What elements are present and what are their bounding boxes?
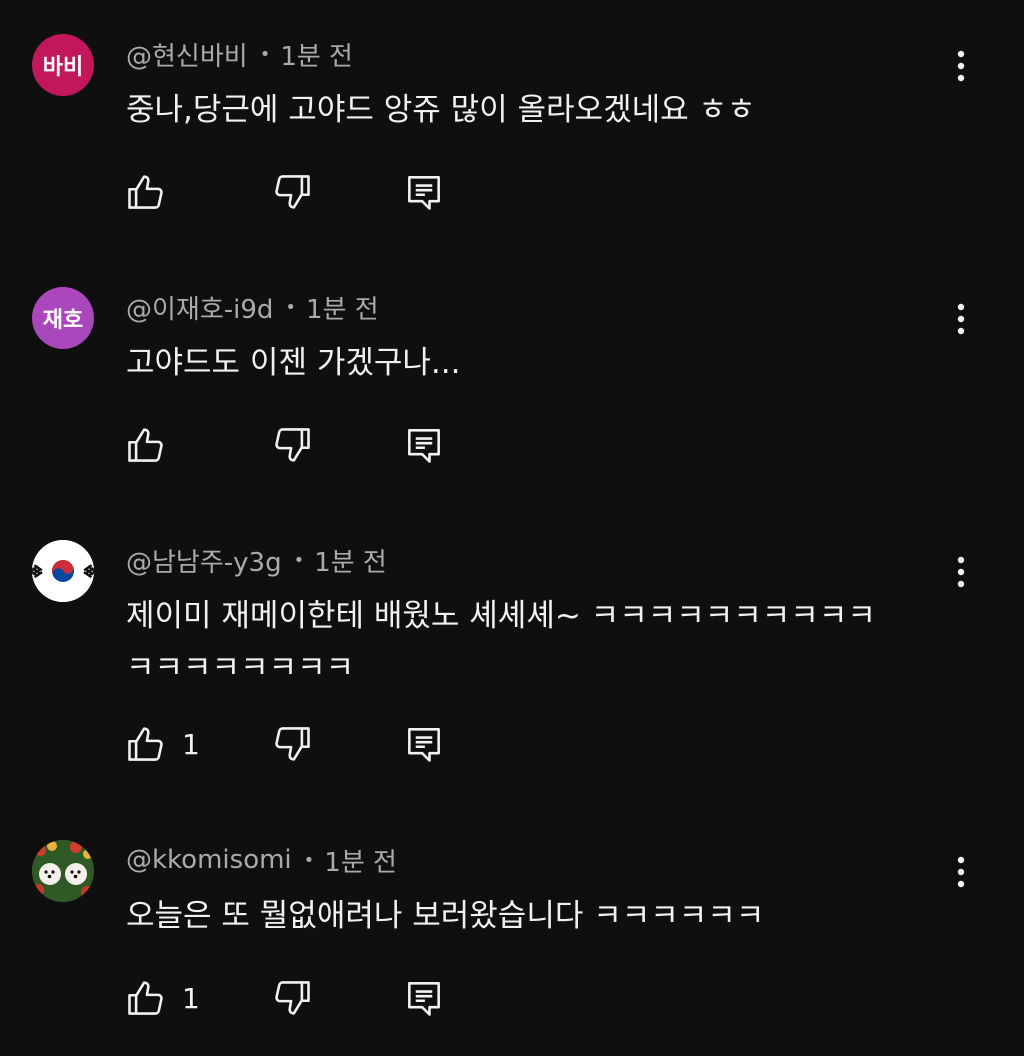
comment-text: 고야드도 이젠 가겠구나...: [126, 345, 461, 381]
comment-actions: 1: [124, 720, 464, 768]
dogs-photo-icon: [32, 840, 94, 902]
comment-actions: [124, 421, 464, 469]
like-count: 1: [182, 981, 200, 1015]
more-vert-icon[interactable]: [944, 44, 978, 88]
author-name[interactable]: @남남주-y3g: [126, 542, 282, 579]
more-vert-icon[interactable]: [944, 550, 978, 594]
comment-meta: @현신바비 • 1분 전: [126, 34, 353, 74]
comment-text: 중나,당근에 고야드 앙쥬 많이 올라오겠네요 ㅎㅎ: [126, 92, 756, 128]
avatar[interactable]: 바비: [32, 34, 94, 96]
author-name[interactable]: @현신바비: [126, 36, 248, 73]
avatar-initials: 재호: [42, 308, 84, 333]
comment-time[interactable]: 1분 전: [324, 842, 397, 879]
comment-time[interactable]: 1분 전: [280, 36, 353, 73]
reply-comment-icon: [408, 728, 440, 762]
reply-comment-icon: [408, 176, 440, 210]
thumb-up-icon: [128, 981, 163, 1015]
reply-comment-icon: [408, 982, 440, 1016]
author-name[interactable]: @kkomisomi: [126, 845, 292, 875]
thumb-down-icon: [275, 428, 310, 462]
reply-button[interactable]: [402, 168, 446, 216]
comment-time[interactable]: 1분 전: [314, 542, 387, 579]
reply-button[interactable]: [402, 720, 446, 768]
avatar-initials: 바비: [42, 55, 84, 80]
reply-button[interactable]: [402, 421, 446, 469]
separator-dot: •: [293, 549, 305, 571]
like-count: 1: [182, 727, 200, 761]
comment-meta: @이재호-i9d • 1분 전: [126, 287, 379, 327]
avatar[interactable]: [32, 540, 94, 602]
comment-text: 제이미 재메이한테 배웠노 셰셰셰~ ㅋㅋㅋㅋㅋㅋㅋㅋㅋㅋ ㅋㅋㅋㅋㅋㅋㅋㅋ: [126, 598, 876, 686]
like-button[interactable]: [124, 168, 182, 216]
avatar[interactable]: [32, 840, 94, 902]
thumb-up-icon: [128, 428, 163, 462]
like-button[interactable]: 1: [124, 720, 200, 768]
avatar[interactable]: 재호: [32, 287, 94, 349]
like-button[interactable]: [124, 421, 182, 469]
korea-flag-icon: [32, 540, 94, 602]
like-button[interactable]: 1: [124, 974, 200, 1022]
separator-dot: •: [303, 849, 315, 871]
more-vert-icon[interactable]: [944, 850, 978, 894]
thumb-up-icon: [128, 727, 163, 761]
comment-actions: 1: [124, 974, 464, 1022]
dislike-button[interactable]: [270, 421, 314, 469]
comment-actions: [124, 168, 464, 216]
thumb-down-icon: [275, 175, 310, 209]
dislike-button[interactable]: [270, 974, 314, 1022]
separator-dot: •: [259, 43, 271, 65]
separator-dot: •: [285, 296, 297, 318]
reply-button[interactable]: [402, 974, 446, 1022]
more-vert-icon[interactable]: [944, 297, 978, 341]
comment-meta: @남남주-y3g • 1분 전: [126, 540, 387, 580]
dislike-button[interactable]: [270, 720, 314, 768]
thumb-up-icon: [128, 175, 163, 209]
author-name[interactable]: @이재호-i9d: [126, 289, 273, 326]
thumb-down-icon: [275, 981, 310, 1015]
comment-text: 오늘은 또 뭘없애려나 보러왔습니다 ㅋㅋㅋㅋㅋㅋ: [126, 898, 765, 934]
comment-time[interactable]: 1분 전: [306, 289, 379, 326]
comment-meta: @kkomisomi • 1분 전: [126, 840, 397, 880]
reply-comment-icon: [408, 429, 440, 463]
thumb-down-icon: [275, 727, 310, 761]
dislike-button[interactable]: [270, 168, 314, 216]
